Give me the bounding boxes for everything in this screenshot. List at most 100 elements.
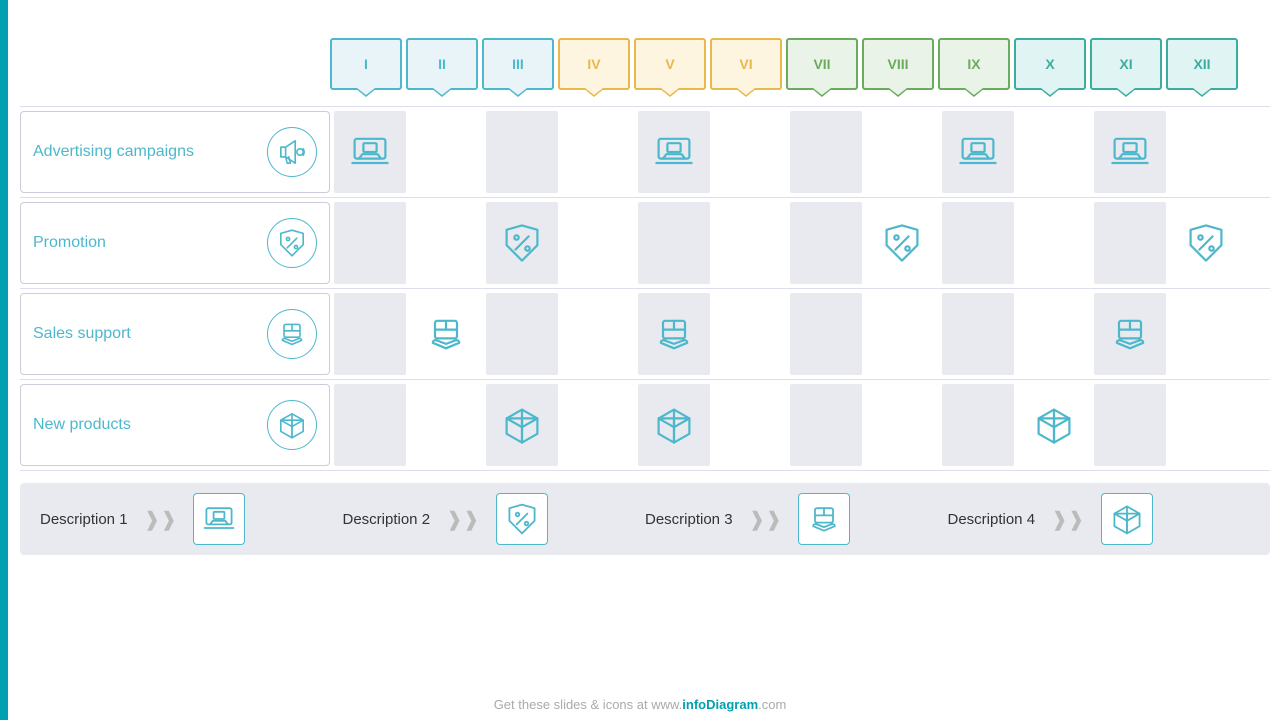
cells-row-3	[334, 380, 1270, 470]
data-cell-r0-c3	[562, 111, 634, 193]
cells-row-0	[334, 107, 1270, 197]
data-cell-r1-c3	[562, 202, 634, 284]
month-header-X: X	[1014, 38, 1086, 90]
month-header-III: III	[482, 38, 554, 90]
data-cell-r0-c8	[942, 111, 1014, 193]
month-header-I: I	[330, 38, 402, 90]
main-container: IIIIIIIVVVIVIIVIIIIXXXIXII Advertising c…	[20, 20, 1270, 710]
row-icon-cube	[267, 400, 317, 450]
row-icon-box-hand	[267, 309, 317, 359]
data-cell-r2-c2	[486, 293, 558, 375]
month-header-VI: VI	[710, 38, 782, 90]
data-cell-r0-c4	[638, 111, 710, 193]
data-cell-r3-c1	[410, 384, 482, 466]
row-label-text-1: Promotion	[33, 233, 257, 254]
month-header-V: V	[634, 38, 706, 90]
month-header-XI: XI	[1090, 38, 1162, 90]
legend-label-3: Description 4	[948, 511, 1036, 528]
legend-icon-box-hand	[798, 493, 850, 545]
data-cell-r3-c0	[334, 384, 406, 466]
data-cell-r2-c3	[562, 293, 634, 375]
data-cell-r1-c2	[486, 202, 558, 284]
footer-text: Get these slides & icons at www.infoDiag…	[494, 697, 787, 712]
data-cell-r0-c11	[1170, 111, 1242, 193]
table-row-2: Sales support	[20, 289, 1270, 380]
legend-label-1: Description 2	[343, 511, 431, 528]
legend-item-2: Description 3 ❱❱	[645, 493, 948, 545]
data-cell-r1-c7	[866, 202, 938, 284]
data-cell-r2-c10	[1094, 293, 1166, 375]
data-cell-r2-c5	[714, 293, 786, 375]
legend-item-3: Description 4 ❱❱	[948, 493, 1251, 545]
data-cell-r2-c8	[942, 293, 1014, 375]
data-cell-r3-c6	[790, 384, 862, 466]
data-cell-r2-c11	[1170, 293, 1242, 375]
data-cell-r1-c8	[942, 202, 1014, 284]
table-row-1: Promotion	[20, 198, 1270, 289]
table-row-3: New products	[20, 380, 1270, 471]
legend-arrow-3: ❱❱	[1051, 507, 1085, 532]
data-cell-r3-c10	[1094, 384, 1166, 466]
month-header-VII: VII	[786, 38, 858, 90]
row-label-text-3: New products	[33, 415, 257, 436]
data-cell-r1-c0	[334, 202, 406, 284]
data-cell-r2-c4	[638, 293, 710, 375]
row-label-text-0: Advertising campaigns	[33, 142, 257, 163]
data-cell-r1-c11	[1170, 202, 1242, 284]
data-cell-r0-c0	[334, 111, 406, 193]
data-cell-r2-c0	[334, 293, 406, 375]
legend-item-1: Description 2 ❱❱	[343, 493, 646, 545]
data-cell-r0-c9	[1018, 111, 1090, 193]
row-label-1: Promotion	[20, 202, 330, 284]
legend-icon-cube	[1101, 493, 1153, 545]
data-cell-r1-c1	[410, 202, 482, 284]
data-cell-r3-c9	[1018, 384, 1090, 466]
data-cell-r0-c5	[714, 111, 786, 193]
data-cell-r3-c4	[638, 384, 710, 466]
data-cell-r3-c7	[866, 384, 938, 466]
row-label-text-2: Sales support	[33, 324, 257, 345]
legend-arrow-0: ❱❱	[144, 507, 178, 532]
data-cell-r0-c10	[1094, 111, 1166, 193]
row-icon-megaphone	[267, 127, 317, 177]
data-cell-r2-c1	[410, 293, 482, 375]
row-label-2: Sales support	[20, 293, 330, 375]
data-cell-r1-c4	[638, 202, 710, 284]
month-header-II: II	[406, 38, 478, 90]
cells-row-2	[334, 289, 1270, 379]
legend-arrow-2: ❱❱	[749, 507, 783, 532]
data-cell-r0-c6	[790, 111, 862, 193]
data-cell-r1-c5	[714, 202, 786, 284]
data-cell-r1-c6	[790, 202, 862, 284]
legend-item-0: Description 1 ❱❱	[40, 493, 343, 545]
data-cell-r2-c6	[790, 293, 862, 375]
data-cell-r3-c3	[562, 384, 634, 466]
data-cell-r1-c10	[1094, 202, 1166, 284]
data-cell-r2-c7	[866, 293, 938, 375]
table-body: Advertising campaigns Promotion	[20, 106, 1270, 471]
data-cell-r1-c9	[1018, 202, 1090, 284]
data-cell-r3-c5	[714, 384, 786, 466]
data-cell-r0-c1	[410, 111, 482, 193]
month-header-XII: XII	[1166, 38, 1238, 90]
cells-row-1	[334, 198, 1270, 288]
data-cell-r2-c9	[1018, 293, 1090, 375]
data-cell-r0-c2	[486, 111, 558, 193]
months-header: IIIIIIIVVVIVIIVIIIIXXXIXII	[330, 38, 1270, 90]
legend-arrow-1: ❱❱	[446, 507, 480, 532]
legend-label-0: Description 1	[40, 511, 128, 528]
row-label-3: New products	[20, 384, 330, 466]
data-cell-r3-c8	[942, 384, 1014, 466]
row-icon-percent-tag	[267, 218, 317, 268]
data-cell-r3-c2	[486, 384, 558, 466]
left-accent	[0, 0, 8, 720]
legend-icon-laptop	[193, 493, 245, 545]
month-header-IX: IX	[938, 38, 1010, 90]
data-cell-r0-c7	[866, 111, 938, 193]
data-cell-r3-c11	[1170, 384, 1242, 466]
month-header-VIII: VIII	[862, 38, 934, 90]
legend-label-2: Description 3	[645, 511, 733, 528]
legend-bar: Description 1 ❱❱ Description 2 ❱❱ Descript…	[20, 483, 1270, 555]
legend-icon-percent-tag	[496, 493, 548, 545]
row-label-0: Advertising campaigns	[20, 111, 330, 193]
